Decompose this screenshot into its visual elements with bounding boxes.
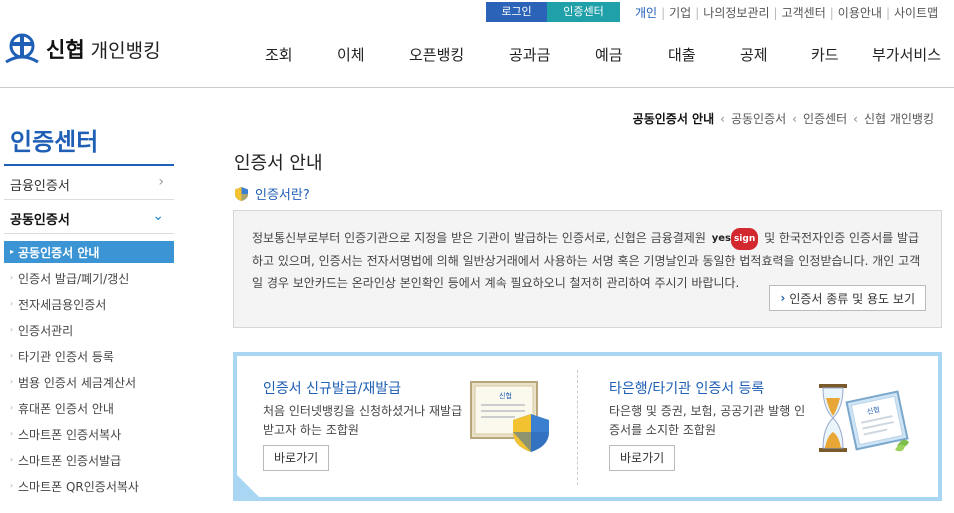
bullet-icon: ▸ <box>10 247 15 256</box>
utility-links: 개인 | 기업 | 나의정보관리 | 고객센터 | 이용안내 | 사이트맵 <box>635 4 939 21</box>
sidebar-group-joint-cert[interactable]: 공동인증서 ⌄ <box>4 200 174 234</box>
chevron-down-icon: ⌄ <box>152 208 164 224</box>
breadcrumb-current: 공동인증서 안내 <box>632 112 715 126</box>
card-description: 처음 인터넷뱅킹을 신청하셨거나 재발급 받고자 하는 조합원 <box>263 404 463 437</box>
sidebar-item-smartphone-qr-copy[interactable]: › 스마트폰 QR인증서복사 <box>4 475 174 497</box>
sidebar-group-label: 금융인증서 <box>10 179 70 194</box>
sidebar-group-label: 공동인증서 <box>10 213 70 228</box>
card-title: 타은행/타기관 인증서 등록 <box>609 381 765 397</box>
breadcrumb-item[interactable]: 공동인증서 <box>731 110 786 127</box>
global-nav: 조회 이체 오픈뱅킹 공과금 예금 대출 공제 카드 부가서비스 <box>0 44 954 68</box>
sidebar-item-joint-cert-guide[interactable]: ▸ 공동인증서 안내 <box>4 241 174 263</box>
util-link-my-info[interactable]: 나의정보관리 <box>703 4 769 21</box>
util-link-customer-center[interactable]: 고객센터 <box>782 4 826 21</box>
card-title: 인증서 신규발급/재발급 <box>263 381 401 397</box>
card-description: 타은행 및 증권, 보험, 공공기관 발행 인증서를 소지한 조합원 <box>609 404 806 437</box>
gnb-deposit[interactable]: 예금 <box>595 44 623 65</box>
gnb-open-banking[interactable]: 오픈뱅킹 <box>409 44 464 65</box>
util-link-business[interactable]: 기업 <box>669 4 691 21</box>
sidebar-item-issue-revoke-renew[interactable]: › 인증서 발급/폐기/갱신 <box>4 267 174 289</box>
chevron-right-icon: › <box>158 174 164 190</box>
cert-center-button[interactable]: 인증센터 <box>547 2 620 22</box>
cert-action-cards: 인증서 신규발급/재발급 처음 인터넷뱅킹을 신청하셨거나 재발급 받고자 하는… <box>233 352 942 501</box>
chevron-right-icon: › <box>780 291 786 305</box>
yessign-logo: yes sign <box>712 227 759 250</box>
util-link-guide[interactable]: 이용안내 <box>838 4 882 21</box>
bullet-icon: › <box>10 403 14 412</box>
cert-types-button[interactable]: › 인증서 종류 및 용도 보기 <box>769 285 926 311</box>
hourglass-certificate-icon: 신협 <box>819 384 909 452</box>
certificate-document-icon: 신협 <box>470 381 549 452</box>
bullet-icon: › <box>10 481 14 490</box>
bullet-icon: › <box>10 455 14 464</box>
bullet-icon: › <box>10 325 14 334</box>
card-other-cert: 타은행/타기관 인증서 등록 타은행 및 증권, 보험, 공공기관 발행 인증서… <box>581 356 942 497</box>
bullet-icon: › <box>10 377 14 386</box>
breadcrumb-item[interactable]: 신협 개인뱅킹 <box>864 110 934 127</box>
section-title-label: 인증서란? <box>255 188 310 203</box>
gnb-inquiry[interactable]: 조회 <box>265 44 293 65</box>
header-divider <box>0 87 954 88</box>
sidebar-item-smartphone-copy[interactable]: › 스마트폰 인증서복사 <box>4 423 174 445</box>
sidebar-item-smartphone-issue[interactable]: › 스마트폰 인증서발급 <box>4 449 174 471</box>
sidebar-item-cert-management[interactable]: › 인증서관리 <box>4 319 174 341</box>
breadcrumb: 공동인증서 안내 ‹ 공동인증서 ‹ 인증센터 ‹ 신협 개인뱅킹 <box>632 110 934 127</box>
sidebar-group-financial-cert[interactable]: 금융인증서 › <box>4 166 174 200</box>
card-divider <box>577 370 578 485</box>
login-button[interactable]: 로그인 <box>486 2 547 22</box>
svg-text:신협: 신협 <box>499 391 512 400</box>
card-new-issue: 인증서 신규발급/재발급 처음 인터넷뱅킹을 신청하셨거나 재발급 받고자 하는… <box>237 356 577 497</box>
section-title: 인증서란? <box>234 184 310 203</box>
util-link-sitemap[interactable]: 사이트맵 <box>894 4 938 21</box>
bullet-icon: › <box>10 351 14 360</box>
gnb-card[interactable]: 카드 <box>811 44 839 65</box>
sidebar-item-other-cert-register[interactable]: › 타기관 인증서 등록 <box>4 345 174 367</box>
go-button[interactable]: 바로가기 <box>263 445 330 471</box>
util-link-personal[interactable]: 개인 <box>635 4 657 21</box>
gnb-insurance[interactable]: 공제 <box>740 44 768 65</box>
sidebar-item-phone-cert[interactable]: › 휴대폰 인증서 안내 <box>4 397 174 419</box>
gnb-loan[interactable]: 대출 <box>668 44 696 65</box>
gnb-utility-bills[interactable]: 공과금 <box>509 44 550 65</box>
cert-info-text: 정보통신부로부터 인증기관으로 지정을 받은 기관이 발급하는 인증서로, 신협… <box>252 227 928 294</box>
sidebar-item-tax-cert[interactable]: › 전자세금용인증서 <box>4 293 174 315</box>
bullet-icon: › <box>10 429 14 438</box>
go-button[interactable]: 바로가기 <box>609 445 676 471</box>
gnb-transfer[interactable]: 이체 <box>337 44 365 65</box>
cert-info-box: 정보통신부로부터 인증기관으로 지정을 받은 기관이 발급하는 인증서로, 신협… <box>233 210 942 328</box>
sidebar-item-general-tax-invoice[interactable]: › 범용 인증서 세금계산서 <box>4 371 174 393</box>
shield-icon <box>235 186 248 201</box>
sidebar-title: 인증센터 <box>10 128 99 156</box>
page-title: 인증서 안내 <box>234 153 323 174</box>
gnb-extra-services[interactable]: 부가서비스 <box>872 44 941 65</box>
utility-bar: 로그인 인증센터 개인 | 기업 | 나의정보관리 | 고객센터 | 이용안내 | 사이트맵 <box>0 0 954 24</box>
bullet-icon: › <box>10 299 14 308</box>
bullet-icon: › <box>10 273 14 282</box>
breadcrumb-item[interactable]: 인증센터 <box>803 110 847 127</box>
